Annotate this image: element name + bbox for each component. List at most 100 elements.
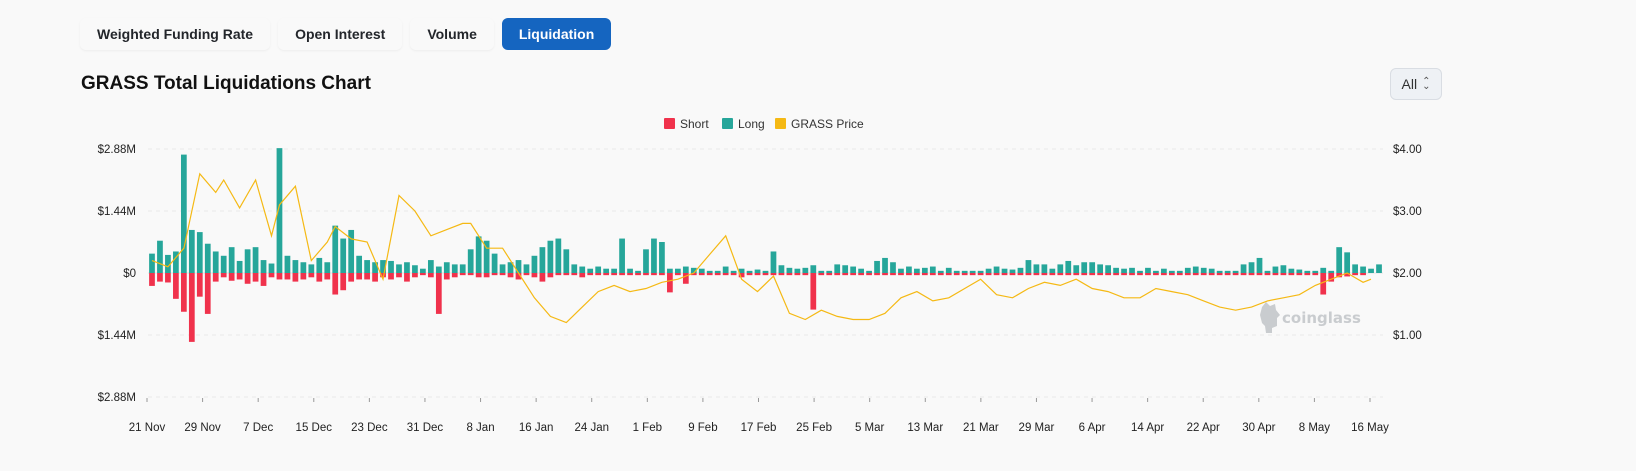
long-bar [754, 269, 761, 273]
short-bar [284, 273, 291, 280]
short-bar [834, 273, 841, 276]
long-bar [364, 260, 370, 273]
time-range-select[interactable]: All ⌃ ⌄ [1390, 68, 1442, 100]
long-bar [340, 238, 347, 273]
long-bar [914, 268, 920, 273]
x-tick-label: 8 Jan [466, 422, 494, 434]
long-bar [252, 247, 259, 273]
tab-open-interest[interactable]: Open Interest [278, 18, 403, 50]
short-bar [786, 273, 793, 276]
short-bar [746, 273, 753, 276]
long-bar [834, 264, 841, 273]
x-tick-label: 13 Mar [907, 422, 943, 434]
x-tick-label: 31 Dec [407, 422, 444, 434]
short-bar [1113, 273, 1119, 276]
short-bar [1041, 273, 1048, 276]
long-bar [1280, 265, 1287, 273]
short-bar [412, 273, 418, 278]
long-bar [611, 268, 617, 273]
x-tick-label: 25 Feb [796, 422, 832, 434]
short-bar [627, 273, 633, 276]
long-bar [236, 260, 243, 273]
long-bar [1360, 266, 1366, 273]
short-bar [850, 273, 857, 276]
x-tick-label: 6 Apr [1079, 422, 1106, 434]
long-bar [714, 270, 721, 273]
short-bar [1073, 273, 1080, 276]
short-bar [842, 273, 849, 276]
short-bar [929, 273, 936, 276]
x-tick-label: 15 Dec [296, 422, 333, 434]
long-bar [643, 249, 649, 273]
short-bar [1089, 273, 1096, 276]
short-bar [993, 273, 1000, 276]
short-bar [324, 273, 331, 280]
long-bar [945, 267, 952, 273]
short-bar [499, 273, 506, 276]
long-bar [212, 251, 219, 273]
short-bar [953, 273, 960, 276]
long-bar [1368, 268, 1374, 273]
short-bar [1153, 273, 1159, 276]
long-bar [818, 270, 825, 273]
legend-swatch-short [664, 118, 675, 129]
short-bar [1248, 273, 1255, 276]
y-right-tick-label: $2.00 [1393, 268, 1422, 280]
legend-item-short[interactable]: Short [664, 117, 709, 131]
long-bar [244, 249, 251, 273]
short-bar [332, 273, 339, 295]
short-bar [682, 273, 689, 284]
short-bar [1272, 273, 1279, 276]
long-bar [316, 257, 323, 273]
long-bar [356, 255, 363, 273]
tab-volume[interactable]: Volume [410, 18, 494, 50]
short-bar [706, 273, 713, 276]
long-bar [937, 270, 944, 273]
long-bar [555, 238, 562, 273]
long-bar [595, 266, 602, 273]
short-bar [1009, 273, 1016, 276]
short-bar [308, 273, 315, 278]
long-bar [890, 262, 896, 273]
short-bar [188, 273, 195, 342]
short-bar [451, 273, 458, 278]
long-bar [388, 260, 394, 273]
short-bar [1240, 273, 1247, 276]
short-bar [1137, 273, 1143, 276]
legend-item-long[interactable]: Long [722, 117, 765, 131]
tab-weighted-funding-rate[interactable]: Weighted Funding Rate [80, 18, 271, 50]
short-bar [212, 273, 219, 282]
x-tick-label: 24 Jan [574, 422, 609, 434]
short-bar [244, 273, 251, 284]
short-bar [420, 273, 426, 276]
short-bar [404, 273, 410, 282]
long-bar [1081, 262, 1088, 273]
x-tick-label: 21 Mar [963, 422, 999, 434]
long-bar [571, 264, 578, 273]
short-bar [659, 273, 665, 276]
tab-liquidation[interactable]: Liquidation [501, 18, 612, 50]
long-bar [435, 266, 442, 273]
short-bar [1256, 273, 1263, 276]
long-bar [348, 229, 355, 273]
long-bar [268, 263, 275, 273]
long-bar [204, 243, 211, 273]
watermark-text: coinglass [1282, 309, 1361, 327]
x-tick-label: 14 Apr [1131, 422, 1164, 434]
x-tick-label: 9 Feb [688, 422, 717, 434]
long-bar [603, 268, 610, 273]
legend: Short Long GRASS Price [664, 117, 864, 131]
legend-swatch-long [722, 118, 733, 129]
long-bar [1256, 257, 1263, 273]
x-tick-label: 23 Dec [351, 422, 388, 434]
long-bar [667, 268, 673, 273]
long-bar [1208, 268, 1215, 273]
short-bar [1200, 273, 1207, 276]
long-bar [300, 262, 307, 273]
legend-item-price[interactable]: GRASS Price [775, 117, 864, 131]
short-bar [611, 273, 617, 276]
long-bar [635, 270, 641, 273]
short-bar [858, 273, 864, 276]
page-title: GRASS Total Liquidations Chart [81, 73, 371, 94]
short-bar [1320, 273, 1327, 295]
